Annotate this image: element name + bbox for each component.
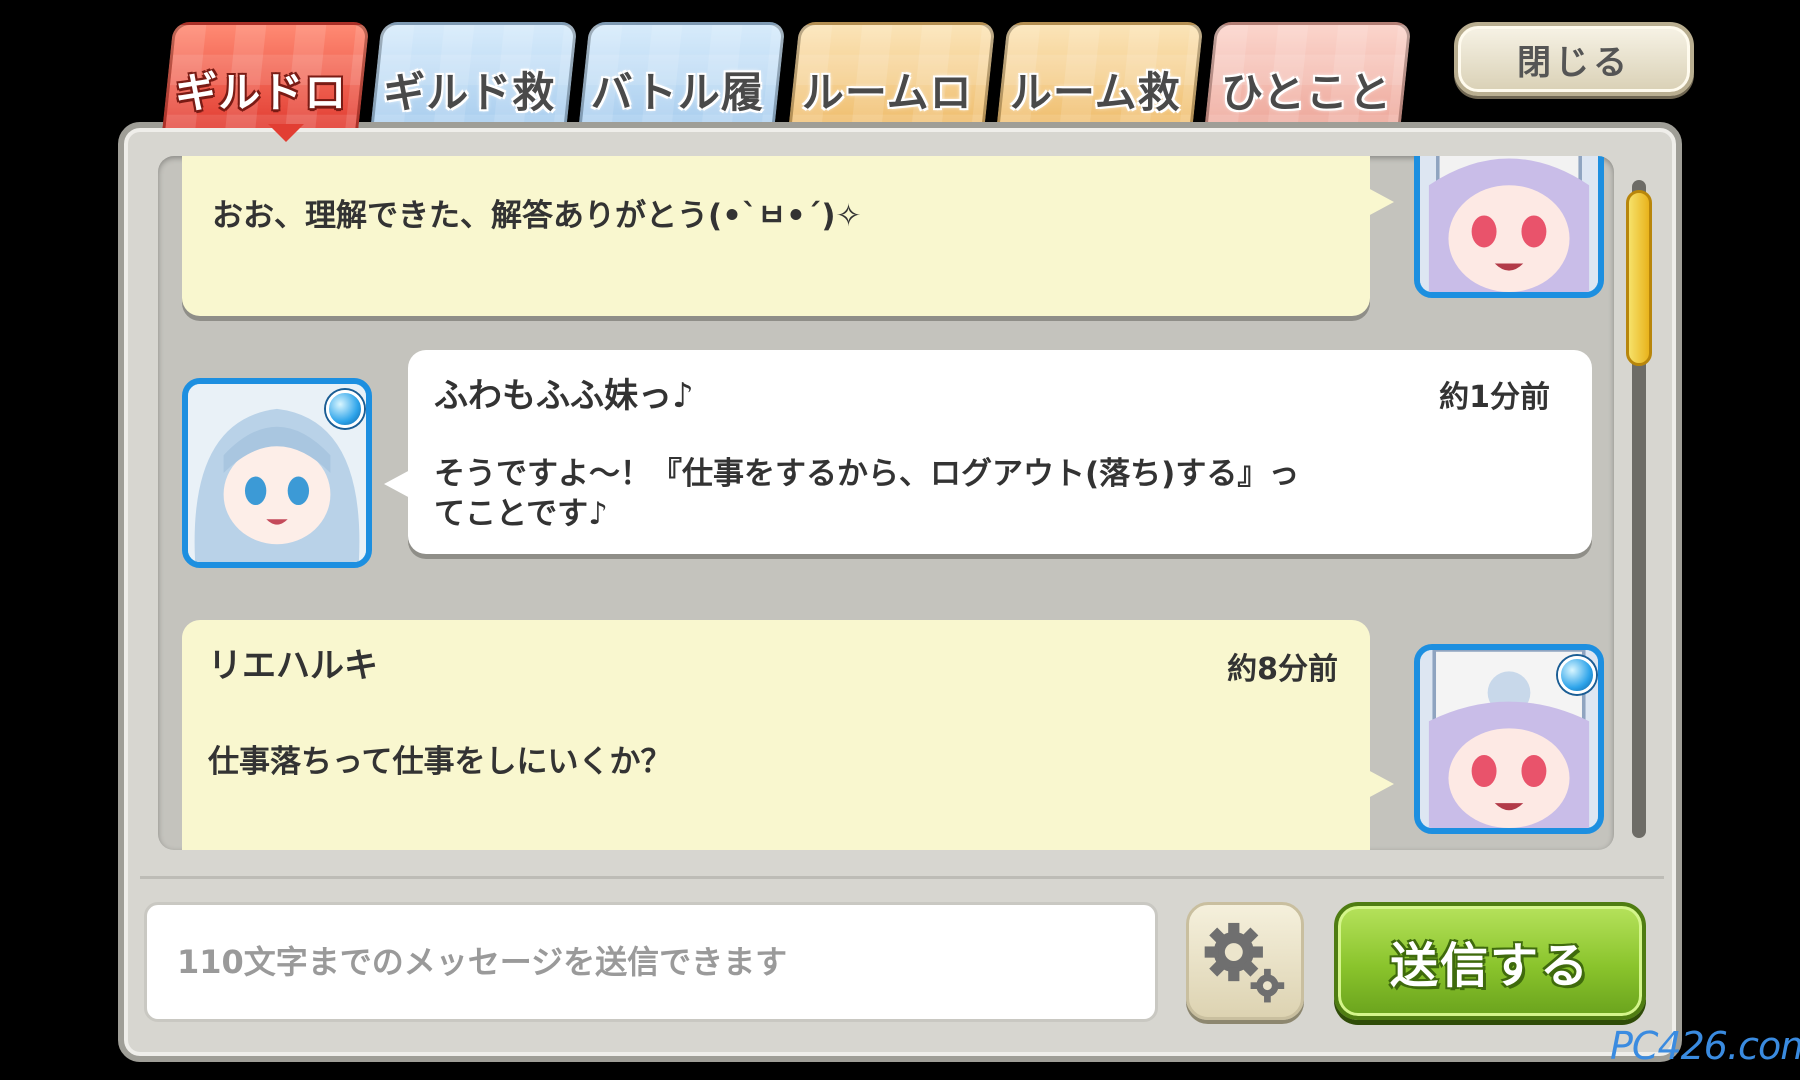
tab-guild-log[interactable]: ギルドログ — [162, 22, 370, 128]
send-button-label: 送信する — [1389, 938, 1590, 994]
character-portrait-icon — [1420, 156, 1598, 292]
send-button[interactable]: 送信する — [1334, 902, 1646, 1020]
tab-hitokoto[interactable]: ひとこと — [1204, 22, 1412, 128]
tab-label: ルーム救援 — [1009, 68, 1181, 117]
chat-message: おお、理解できた、解答ありがとう(•`ㅂ•´)✧ — [182, 156, 1394, 316]
tab-label: ギルド救援 — [383, 68, 556, 117]
element-orb-icon — [326, 390, 364, 428]
message-input[interactable] — [144, 902, 1158, 1022]
bubble-tail — [1368, 188, 1394, 216]
sender-name: ふわもふふ妹っ♪ — [434, 376, 694, 416]
bubble-tail — [384, 470, 410, 498]
watermark-logo: PC426.com — [1610, 1024, 1800, 1068]
tab-bar: ギルドログ ギルド救援 バトル履歴 ルームログ ルーム救援 ひとこと — [162, 22, 1448, 128]
chat-message: ふわもふふ妹っ♪ 約1分前 そうですよ～！『仕事をするから、ログアウト(落ち)す… — [384, 350, 1592, 554]
bubble-tail — [1368, 770, 1394, 798]
close-button[interactable]: 閉じる — [1454, 22, 1694, 96]
message-text-line: そうですよ～！『仕事をするから、ログアウト(落ち)する』っ — [434, 456, 1300, 492]
tab-guild-rescue[interactable]: ギルド救援 — [370, 22, 578, 128]
close-button-label: 閉じる — [1517, 42, 1631, 83]
chat-message: リエハルキ 約8分前 仕事落ちって仕事をしにいくか？ — [182, 620, 1394, 850]
tab-battle-history[interactable]: バトル履歴 — [578, 22, 786, 128]
message-time: 約8分前 — [1227, 652, 1338, 687]
tab-room-log[interactable]: ルームログ — [788, 22, 996, 128]
tab-room-rescue[interactable]: ルーム救援 — [996, 22, 1204, 128]
message-text: おお、理解できた、解答ありがとう(•`ㅂ•´)✧ — [212, 198, 862, 234]
divider — [140, 876, 1664, 879]
tab-label: ルームログ — [801, 68, 973, 117]
tab-label: ひとこと — [1221, 68, 1392, 117]
message-text: 仕事落ちって仕事をしにいくか？ — [208, 744, 672, 780]
element-orb-icon — [1558, 656, 1596, 694]
tab-label: バトル履歴 — [590, 68, 764, 117]
active-tab-pointer — [268, 124, 304, 142]
avatar[interactable] — [1414, 156, 1604, 298]
tab-label: ギルドログ — [175, 68, 348, 117]
chat-log[interactable]: おお、理解できた、解答ありがとう(•`ㅂ•´)✧ ふわもふふ妹っ♪ 約1分前 そ… — [158, 156, 1614, 850]
sender-name: リエハルキ — [208, 646, 378, 686]
settings-button[interactable] — [1186, 902, 1304, 1020]
message-text-line: てことです♪ — [434, 496, 608, 532]
message-time: 約1分前 — [1439, 380, 1550, 415]
gear-icon — [1204, 922, 1285, 1003]
scrollbar-thumb[interactable] — [1626, 190, 1652, 366]
chat-scrollbar[interactable] — [1626, 180, 1652, 838]
